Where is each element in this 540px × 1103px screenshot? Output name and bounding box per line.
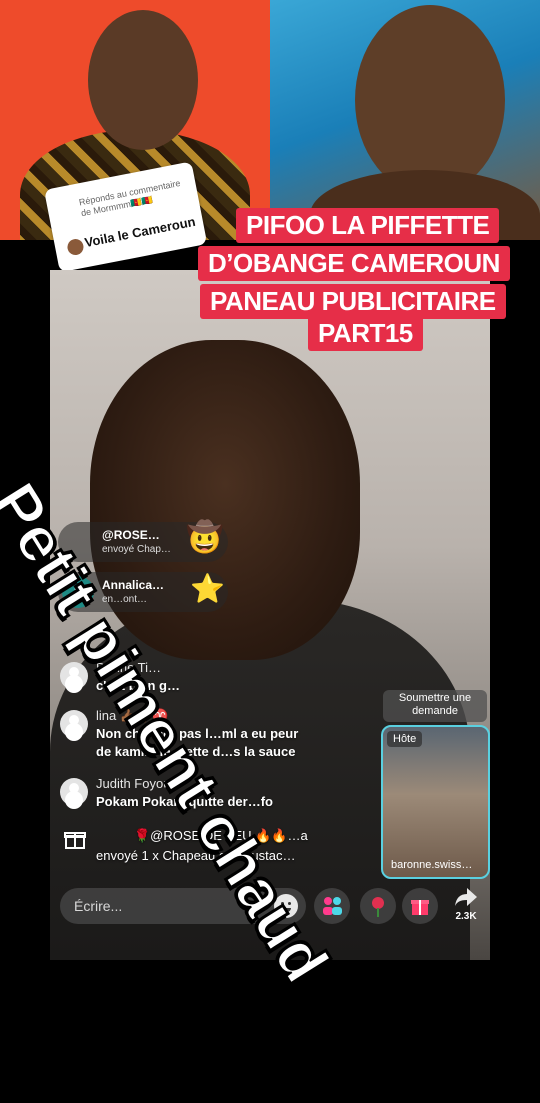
title-line-1: PIFOO LA PIFFETTE (236, 208, 500, 243)
rose-gift-icon[interactable] (360, 888, 396, 924)
user-avatar-icon (60, 710, 88, 738)
gift-box-icon (62, 826, 88, 852)
star-gift-icon: ⭐ (190, 573, 225, 604)
user-avatar-icon (60, 778, 88, 806)
reply-prefix: Réponds au commentaire de Mormmm🇨🇲🇨🇲 (78, 177, 190, 220)
gift-icon[interactable] (402, 888, 438, 924)
share-arrow-icon (455, 888, 477, 906)
gift-action: envoyé Chap… (102, 544, 171, 555)
share-button[interactable]: 2.3K (446, 886, 486, 926)
top-right-video-panel (270, 0, 540, 240)
person-head (88, 10, 198, 150)
input-placeholder: Écrire... (74, 898, 123, 914)
title-line-4: PART15 (308, 316, 423, 351)
title-line-2: D’OBANGE CAMEROUN (198, 246, 510, 281)
title-line-3: PANEAU PUBLICITAIRE (200, 284, 506, 319)
streamer-face (90, 340, 360, 660)
submit-request-button[interactable]: Soumettre une demande (383, 690, 487, 722)
host-video-card[interactable]: Hôte baronne.swiss… (381, 725, 490, 879)
commenter-avatar (66, 237, 85, 257)
host-name: baronne.swiss… (391, 859, 473, 871)
person-head (355, 5, 505, 195)
cowboy-hat-gift-icon: 🤠 (186, 521, 224, 554)
gift-user: @ROSE… (102, 528, 160, 542)
share-count: 2.3K (455, 911, 477, 922)
host-tag: Hôte (387, 731, 423, 747)
reply-text: Voila le Cameroun (83, 213, 197, 251)
